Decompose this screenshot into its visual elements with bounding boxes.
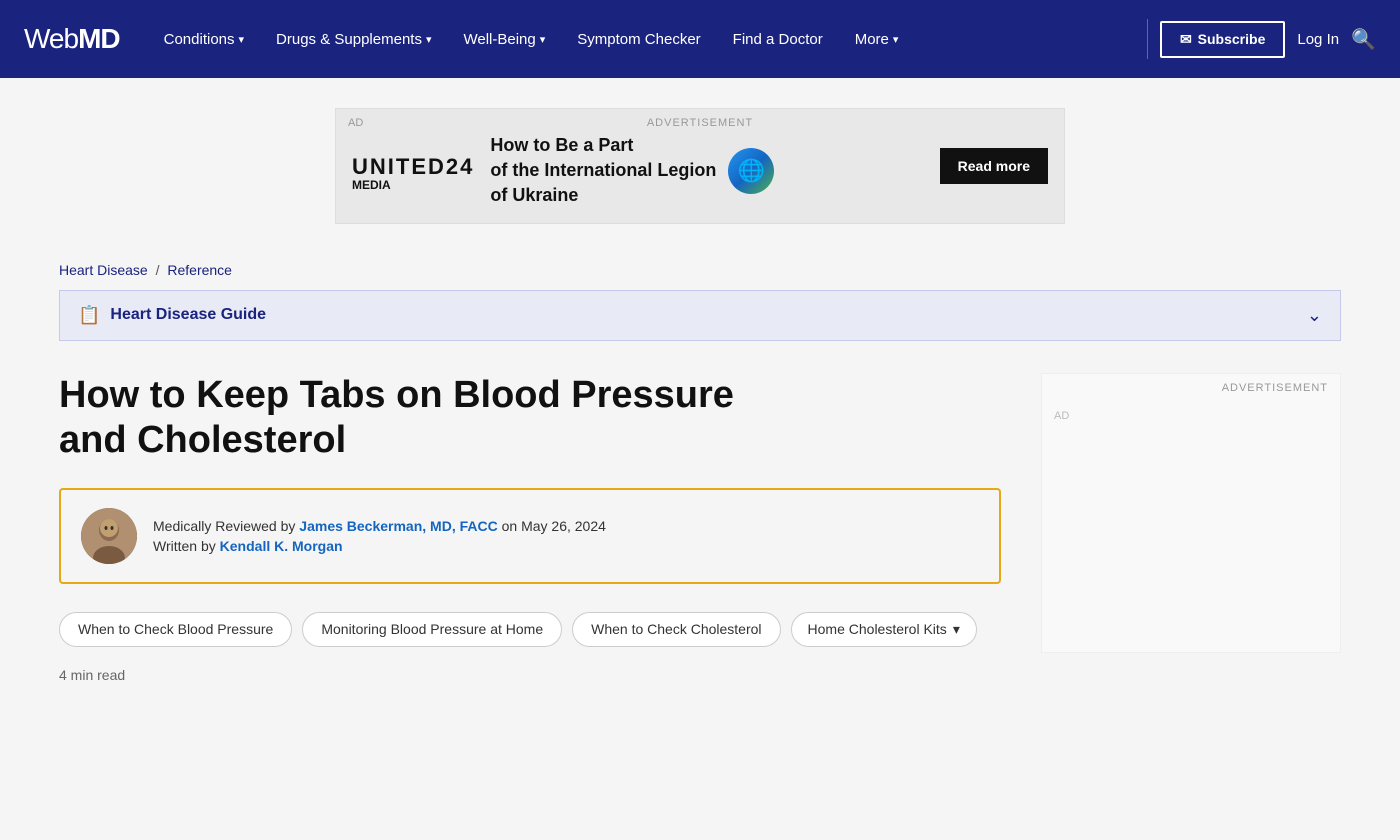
nav-divider: [1147, 19, 1148, 59]
read-time: 4 min read: [59, 667, 1001, 683]
site-logo[interactable]: WebMD: [24, 23, 120, 55]
nav-right: ✉ Subscribe Log In 🔍: [1160, 21, 1376, 58]
guide-bar-label: Heart Disease Guide: [110, 306, 1296, 324]
nav-more[interactable]: More ▾: [839, 0, 915, 78]
guide-bar[interactable]: 📋 Heart Disease Guide ⌄: [59, 290, 1341, 341]
advertisement-label: ADVERTISEMENT: [647, 117, 753, 129]
sidebar-ad: ADVERTISEMENT AD: [1041, 373, 1341, 653]
author-info: Medically Reviewed by James Beckerman, M…: [153, 518, 979, 554]
ad-banner-area: AD ADVERTISEMENT UNITED24 MEDIA How to B…: [0, 78, 1400, 244]
nav-drugs[interactable]: Drugs & Supplements ▾: [260, 0, 447, 78]
drugs-chevron-icon: ▾: [426, 33, 432, 46]
ad-content: How to Be a Part of the International Le…: [490, 123, 923, 209]
topic-tabs: When to Check Blood Pressure Monitoring …: [59, 612, 1001, 647]
wellbeing-chevron-icon: ▾: [540, 33, 546, 46]
avatar-image: [81, 508, 137, 564]
ad-label: AD: [348, 117, 363, 129]
sidebar-ad-label: AD: [1042, 402, 1340, 652]
tab-cholesterol[interactable]: When to Check Cholesterol: [572, 612, 780, 647]
tab-kits[interactable]: Home Cholesterol Kits ▾: [791, 612, 977, 647]
nav-find-doctor[interactable]: Find a Doctor: [717, 0, 839, 78]
breadcrumb-heart-disease[interactable]: Heart Disease: [59, 262, 148, 278]
conditions-chevron-icon: ▾: [239, 33, 245, 46]
tab-monitoring[interactable]: Monitoring Blood Pressure at Home: [302, 612, 562, 647]
tab-more-chevron-icon: ▾: [953, 621, 960, 638]
breadcrumb: Heart Disease / Reference: [59, 244, 1341, 290]
breadcrumb-separator: /: [156, 262, 164, 278]
article-main: How to Keep Tabs on Blood Pressure and C…: [59, 373, 1001, 683]
article-title: How to Keep Tabs on Blood Pressure and C…: [59, 373, 1001, 464]
main-content: Heart Disease / Reference 📋 Heart Diseas…: [35, 244, 1365, 683]
author-avatar: [81, 508, 137, 564]
nav-conditions[interactable]: Conditions ▾: [148, 0, 260, 78]
ad-container: AD ADVERTISEMENT UNITED24 MEDIA How to B…: [335, 108, 1065, 224]
article-layout: How to Keep Tabs on Blood Pressure and C…: [59, 373, 1341, 683]
nav-symptom-checker[interactable]: Symptom Checker: [561, 0, 716, 78]
ad-logo-line1: UNITED24: [352, 156, 474, 178]
reviewed-by-text: Medically Reviewed by James Beckerman, M…: [153, 518, 979, 534]
ad-logo-area: UNITED24 MEDIA: [352, 140, 474, 192]
login-button[interactable]: Log In: [1297, 31, 1339, 48]
breadcrumb-reference[interactable]: Reference: [167, 262, 232, 278]
ukraine-logo-icon: 🌐: [728, 148, 774, 194]
guide-bar-chevron-icon: ⌄: [1307, 305, 1322, 326]
sidebar-advertisement-label: ADVERTISEMENT: [1042, 374, 1340, 402]
tab-blood-pressure[interactable]: When to Check Blood Pressure: [59, 612, 292, 647]
more-chevron-icon: ▾: [893, 33, 899, 46]
envelope-icon: ✉: [1180, 31, 1192, 48]
nav-wellbeing[interactable]: Well-Being ▾: [447, 0, 561, 78]
search-button[interactable]: 🔍: [1351, 27, 1376, 52]
guide-bar-icon: 📋: [78, 305, 100, 326]
author-box: Medically Reviewed by James Beckerman, M…: [59, 488, 1001, 584]
main-nav: WebMD Conditions ▾ Drugs & Supplements ▾…: [0, 0, 1400, 78]
search-icon: 🔍: [1351, 29, 1376, 51]
reviewer-link[interactable]: James Beckerman, MD, FACC: [299, 518, 497, 534]
written-by-text: Written by Kendall K. Morgan: [153, 538, 979, 554]
read-more-button[interactable]: Read more: [940, 148, 1048, 184]
nav-links: Conditions ▾ Drugs & Supplements ▾ Well-…: [148, 0, 1135, 78]
ad-logo-line2: MEDIA: [352, 178, 391, 192]
ad-text: How to Be a Part of the International Le…: [490, 133, 716, 209]
subscribe-button[interactable]: ✉ Subscribe: [1160, 21, 1285, 58]
article-sidebar: ADVERTISEMENT AD: [1041, 373, 1341, 653]
author-link[interactable]: Kendall K. Morgan: [220, 538, 343, 554]
